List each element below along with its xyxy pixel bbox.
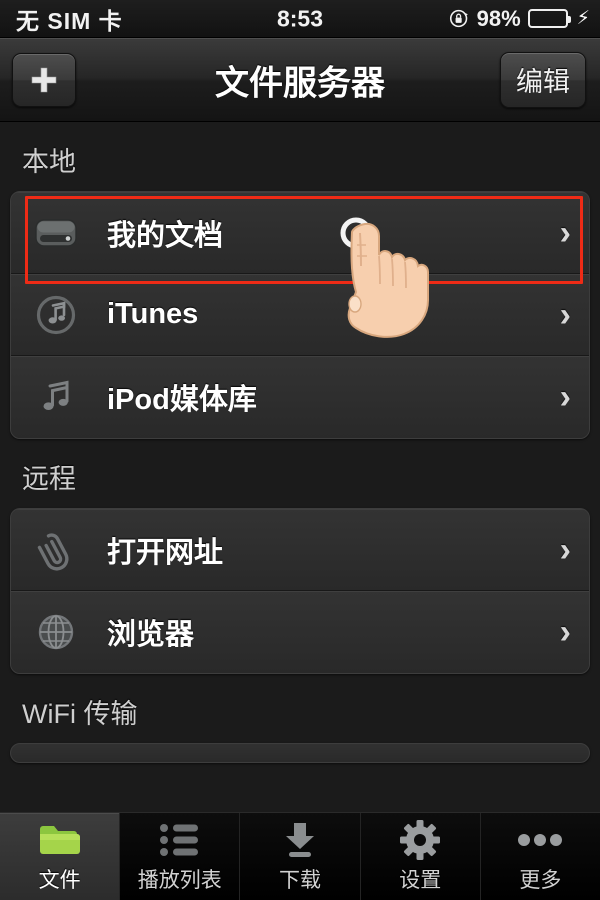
tab-label: 设置 — [399, 868, 442, 892]
page-title: 文件服务器 — [215, 64, 385, 102]
app-screen: 无 SIM 卡 8:53 98% ⚡ 文件服务器 编辑 本地 我的文档 › iT… — [0, 0, 600, 900]
battery-percent-label: 98% — [476, 5, 521, 31]
paperclip-icon — [33, 527, 79, 573]
chevron-right-icon: › — [559, 378, 571, 416]
tab-more[interactable]: 更多 — [480, 813, 600, 900]
list-item-my-documents[interactable]: 我的文档 › — [11, 192, 589, 274]
hard-drive-icon — [33, 210, 79, 256]
itunes-icon — [33, 292, 79, 338]
tab-label: 文件 — [38, 868, 81, 892]
tab-label: 下载 — [279, 868, 321, 892]
status-bar-right: 98% ⚡ — [449, 6, 590, 32]
list-item-label: iTunes — [107, 298, 199, 330]
tab-settings[interactable]: 设置 — [360, 813, 481, 900]
list-item-label: 打开网址 — [107, 536, 224, 569]
list-item-label: iPod媒体库 — [107, 384, 257, 416]
tab-label: 更多 — [519, 868, 562, 892]
section-header-wifi-transfer: WiFi 传输 — [22, 699, 138, 729]
list-item-label: 我的文档 — [107, 219, 224, 252]
section-card-local: 我的文档 › iTunes › iPod媒体库 › — [10, 191, 590, 439]
section-card-wifi-transfer — [10, 743, 590, 763]
clock-label: 8:53 — [276, 5, 324, 31]
rotation-lock-icon — [449, 8, 470, 29]
tab-bar[interactable]: 文件 播放列表 下载 设置 更多 — [0, 812, 600, 900]
lightning-bolt-icon: ⚡ — [576, 8, 590, 29]
plus-icon — [28, 64, 60, 96]
list-item-browser[interactable]: 浏览器 › — [11, 591, 589, 673]
add-button[interactable] — [12, 52, 76, 107]
section-header-local: 本地 — [22, 147, 76, 177]
chevron-right-icon: › — [559, 530, 571, 569]
section-header-remote: 远程 — [22, 464, 76, 494]
list-item-open-url[interactable]: 打开网址 › — [11, 509, 589, 591]
navigation-bar: 文件服务器 编辑 — [0, 38, 600, 122]
folder-icon — [37, 820, 83, 860]
more-dots-icon — [516, 820, 564, 860]
gear-icon — [400, 819, 441, 860]
chevron-right-icon: › — [559, 213, 571, 252]
chevron-right-icon: › — [559, 613, 571, 651]
carrier-label: 无 SIM 卡 — [16, 7, 123, 34]
section-card-remote: 打开网址 › 浏览器 › — [10, 508, 590, 674]
tab-files[interactable]: 文件 — [0, 813, 121, 900]
edit-button[interactable]: 编辑 — [500, 51, 586, 108]
tab-downloads[interactable]: 下载 — [240, 813, 361, 900]
globe-icon — [33, 609, 79, 655]
list-item-ipod-library[interactable]: iPod媒体库 › — [11, 356, 589, 438]
main-list[interactable]: 本地 我的文档 › iTunes › iPod媒体库 › 远程 打开网址 › 浏… — [0, 122, 600, 812]
tab-label: 播放列表 — [137, 868, 222, 892]
status-bar: 无 SIM 卡 8:53 98% ⚡ — [0, 0, 600, 38]
music-note-icon — [33, 374, 79, 420]
battery-icon — [527, 9, 571, 28]
chevron-right-icon: › — [559, 295, 571, 334]
list-item-label: 浏览器 — [107, 619, 195, 651]
tab-playlist[interactable]: 播放列表 — [120, 813, 241, 900]
list-item-itunes[interactable]: iTunes › — [11, 274, 589, 356]
playlist-icon — [158, 820, 202, 860]
download-icon — [280, 820, 320, 860]
